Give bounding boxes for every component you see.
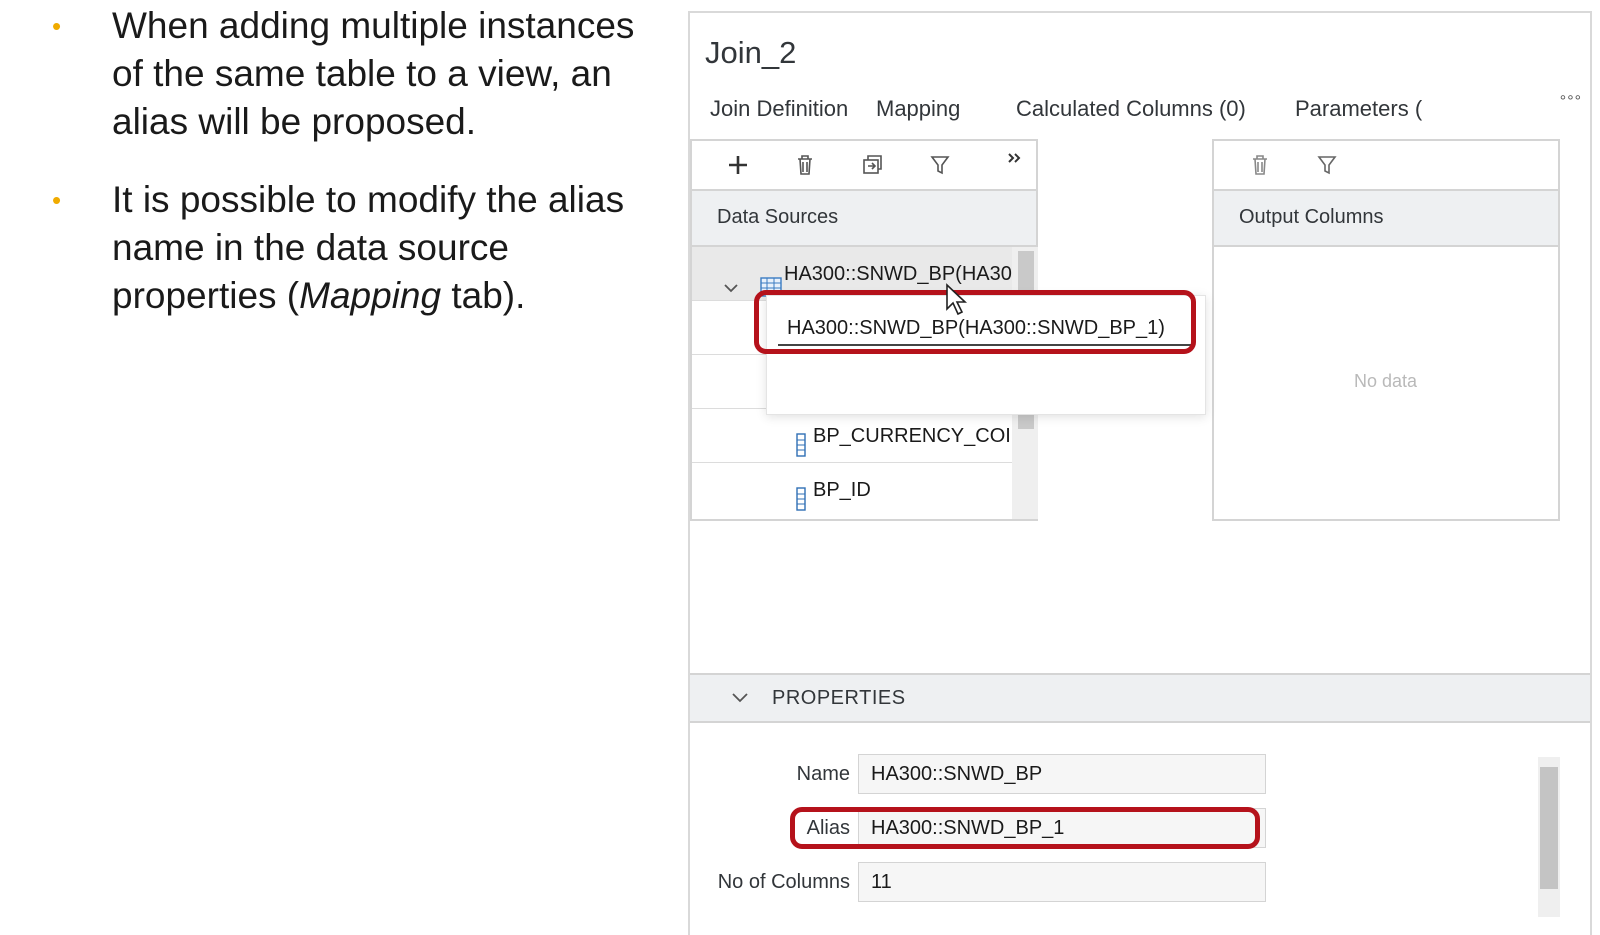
tab-calculated-columns[interactable]: Calculated Columns (0) <box>1002 91 1260 143</box>
bullet-1: • When adding multiple instances of the … <box>52 2 642 146</box>
column-icon <box>796 424 806 457</box>
column-label: BP_ID <box>813 479 871 501</box>
slide-bullets: • When adding multiple instances of the … <box>52 2 642 350</box>
output-columns-header: Output Columns <box>1214 191 1558 247</box>
tab-parameters[interactable]: Parameters ( <box>1281 91 1436 143</box>
tab-mapping[interactable]: Mapping <box>862 91 975 143</box>
more-icon[interactable]: °°° <box>1560 93 1582 111</box>
mouse-cursor-icon <box>945 283 969 317</box>
bullet-2-text-after: tab). <box>441 275 526 316</box>
expand-icon[interactable] <box>999 143 1031 175</box>
output-columns-toolbar <box>1214 141 1558 191</box>
data-sources-toolbar <box>692 141 1036 191</box>
data-sources-header: Data Sources <box>692 191 1036 247</box>
copy-icon[interactable] <box>856 149 888 181</box>
delete-icon[interactable] <box>1244 149 1276 181</box>
column-icon <box>796 478 806 511</box>
alias-popup-highlight <box>754 290 1196 354</box>
output-columns-pane: Output Columns No data <box>1212 139 1560 521</box>
view-title: Join_2 <box>705 35 797 70</box>
bullet-2-text-italic: Mapping <box>299 275 442 316</box>
alias-field-highlight <box>790 807 1260 849</box>
editor-tabs: Join Definition Mapping Calculated Colum… <box>690 91 1590 143</box>
delete-icon[interactable] <box>789 149 821 181</box>
filter-icon[interactable] <box>1311 149 1343 181</box>
bullet-dot: • <box>52 185 62 215</box>
properties-bar[interactable]: PROPERTIES <box>690 673 1590 723</box>
column-label: BP_CURRENCY_COI <box>813 425 1011 447</box>
column-row-bp-id[interactable]: BP_ID <box>692 463 1012 517</box>
name-field[interactable]: HA300::SNWD_BP <box>858 754 1266 794</box>
bullet-1-text: When adding multiple instances of the sa… <box>112 5 635 142</box>
columns-count-label: No of Columns <box>717 871 850 893</box>
bullet-2: • It is possible to modify the alias nam… <box>52 176 642 320</box>
bullet-dot: • <box>52 11 62 41</box>
table-icon <box>760 264 782 297</box>
properties-scrollbar-thumb[interactable] <box>1540 767 1558 889</box>
no-data-text: No data <box>1354 371 1418 391</box>
properties-title: PROPERTIES <box>772 687 906 709</box>
tab-join-definition[interactable]: Join Definition <box>696 91 862 143</box>
chevron-down-icon[interactable] <box>722 264 740 293</box>
add-icon[interactable] <box>722 149 754 181</box>
column-row-bp-currency[interactable]: BP_CURRENCY_COI <box>692 409 1012 463</box>
chevron-down-icon[interactable] <box>730 687 750 707</box>
name-label: Name <box>796 763 850 785</box>
join-editor-panel: Join_2 Join Definition Mapping Calculate… <box>688 11 1592 935</box>
columns-count-field: 11 <box>858 862 1266 902</box>
filter-icon[interactable] <box>924 149 956 181</box>
